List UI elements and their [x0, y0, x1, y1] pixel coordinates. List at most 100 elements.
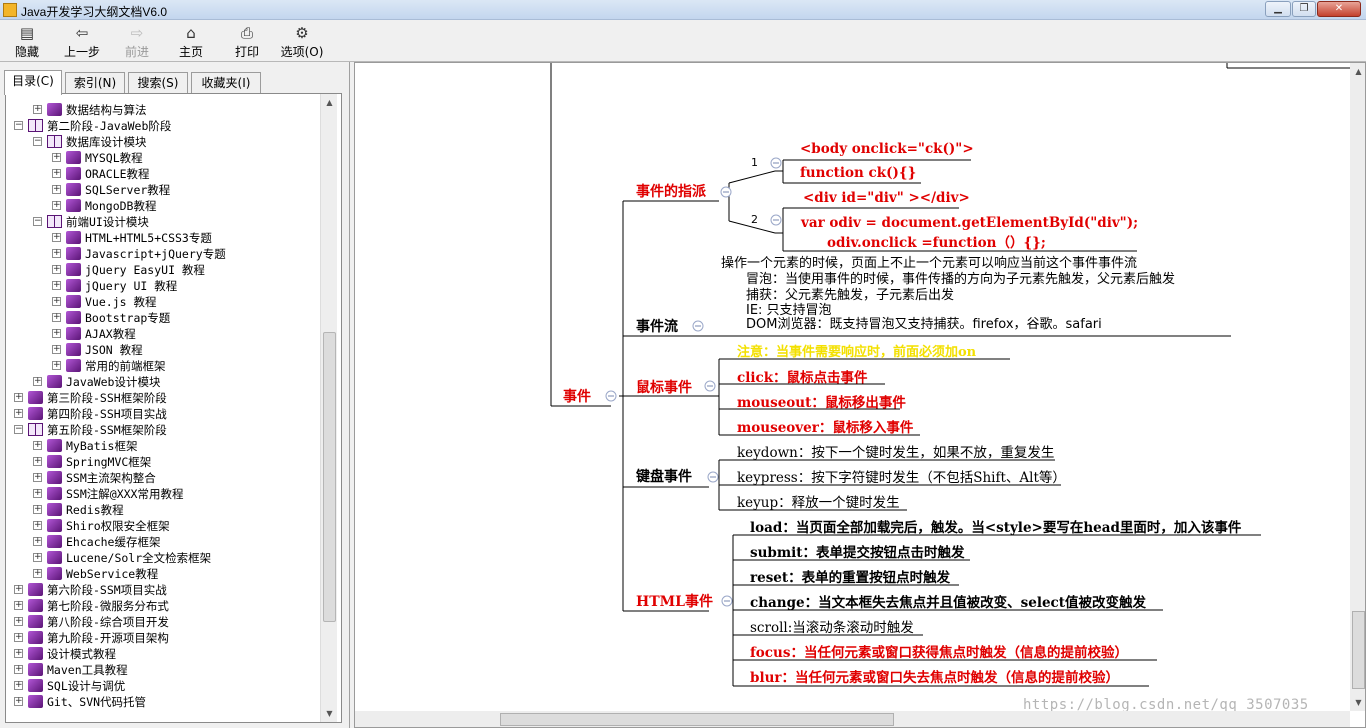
expand-icon[interactable]: +	[52, 281, 61, 290]
expand-icon[interactable]: +	[52, 153, 61, 162]
expand-icon[interactable]: +	[52, 169, 61, 178]
node-event-dispatch[interactable]: 事件的指派	[636, 181, 706, 201]
tree-item[interactable]: + MongoDB教程	[6, 198, 320, 214]
tree-item[interactable]: + Bootstrap专题	[6, 310, 320, 326]
expand-icon[interactable]: +	[33, 505, 42, 514]
keyboard-keyup[interactable]: keyup：释放一个键时发生	[737, 491, 900, 511]
node-mouse-events[interactable]: 鼠标事件	[636, 377, 692, 397]
tree-item[interactable]: − 前端UI设计模块	[6, 214, 320, 230]
collapse-icon[interactable]: −	[14, 425, 23, 434]
tab-contents[interactable]: 目录(C)	[4, 70, 62, 95]
tree-item[interactable]: + JavaWeb设计模块	[6, 374, 320, 390]
html-submit[interactable]: submit：表单提交按钮点击时触发	[750, 541, 965, 561]
options-button[interactable]: ⚙ 选项(O)	[278, 22, 326, 60]
print-button[interactable]: ⎙ 打印	[228, 22, 266, 60]
node-event-flow[interactable]: 事件流	[636, 316, 678, 336]
tree-scrollbar[interactable]: ▲ ▼	[320, 94, 337, 722]
expand-icon[interactable]: +	[14, 633, 23, 642]
keyboard-keydown[interactable]: keydown：按下一个键时发生，如果不放，重复发生	[737, 441, 1054, 461]
tree-item[interactable]: + HTML+HTML5+CSS3专题	[6, 230, 320, 246]
tree-item[interactable]: + ORACLE教程	[6, 166, 320, 182]
tree-item[interactable]: + 数据结构与算法	[6, 102, 320, 118]
content-horizontal-scrollbar[interactable]	[355, 711, 1350, 727]
root-node-event[interactable]: 事件	[563, 386, 591, 406]
tree-item[interactable]: − 第五阶段-SSM框架阶段	[6, 422, 320, 438]
expand-icon[interactable]: +	[33, 569, 42, 578]
expand-icon[interactable]: +	[14, 649, 23, 658]
expand-icon[interactable]: +	[33, 537, 42, 546]
expand-icon[interactable]: +	[52, 313, 61, 322]
expand-icon[interactable]: +	[14, 393, 23, 402]
tree-item[interactable]: + SSM主流架构整合	[6, 470, 320, 486]
dispatch-function-ck[interactable]: function ck(){}	[800, 165, 916, 181]
expand-icon[interactable]: +	[14, 697, 23, 706]
tree-item[interactable]: + Shiro权限安全框架	[6, 518, 320, 534]
mouse-mouseout[interactable]: mouseout：鼠标移出事件	[737, 391, 906, 411]
keyboard-keypress[interactable]: keypress：按下字符键时发生（不包括Shift、Alt等）	[737, 466, 1066, 486]
expand-icon[interactable]: +	[52, 329, 61, 338]
tree-item[interactable]: + Ehcache缓存框架	[6, 534, 320, 550]
content-scroll-down-icon[interactable]: ▼	[1350, 694, 1365, 711]
tree-item[interactable]: + 常用的前端框架	[6, 358, 320, 374]
node-keyboard-events[interactable]: 键盘事件	[636, 466, 692, 486]
tree-item[interactable]: + 设计模式教程	[6, 646, 320, 662]
tree-item[interactable]: + WebService教程	[6, 566, 320, 582]
collapse-icon[interactable]: −	[14, 121, 23, 130]
tree-item[interactable]: + Lucene/Solr全文检索框架	[6, 550, 320, 566]
content-vscroll-thumb[interactable]	[1352, 611, 1365, 689]
home-button[interactable]: ⌂ 主页	[172, 22, 210, 60]
close-button[interactable]: ✕	[1317, 1, 1361, 17]
expand-icon[interactable]: +	[33, 105, 42, 114]
expand-icon[interactable]: +	[14, 409, 23, 418]
expand-icon[interactable]: +	[33, 377, 42, 386]
collapse-icon[interactable]: −	[33, 137, 42, 146]
content-hscroll-thumb[interactable]	[500, 713, 894, 726]
expand-icon[interactable]: +	[33, 553, 42, 562]
dispatch-div-id[interactable]: <div id="div" ></div>	[803, 190, 970, 206]
tree-item[interactable]: + 第六阶段-SSM项目实战	[6, 582, 320, 598]
expand-icon[interactable]: +	[52, 361, 61, 370]
tree-item[interactable]: + SQL设计与调优	[6, 678, 320, 694]
node-html-events[interactable]: HTML事件	[636, 591, 713, 611]
dispatch-body-onclick[interactable]: <body onclick="ck()">	[800, 141, 974, 157]
tab-search[interactable]: 搜索(S)	[128, 72, 188, 94]
tree-item[interactable]: + Git、SVN代码托管	[6, 694, 320, 710]
expand-icon[interactable]: +	[52, 201, 61, 210]
expand-icon[interactable]: +	[33, 441, 42, 450]
expand-icon[interactable]: +	[33, 521, 42, 530]
tree-item[interactable]: + Maven工具教程	[6, 662, 320, 678]
html-scroll[interactable]: scroll:当滚动条滚动时触发	[750, 616, 914, 636]
tree-item[interactable]: + Redis教程	[6, 502, 320, 518]
expand-icon[interactable]: +	[52, 185, 61, 194]
tree-item[interactable]: + SSM注解@XXX常用教程	[6, 486, 320, 502]
tree-item[interactable]: + AJAX教程	[6, 326, 320, 342]
expand-icon[interactable]: +	[52, 249, 61, 258]
tree-item[interactable]: + 第三阶段-SSH框架阶段	[6, 390, 320, 406]
expand-icon[interactable]: +	[33, 473, 42, 482]
expand-icon[interactable]: +	[14, 601, 23, 610]
scroll-down-icon[interactable]: ▼	[321, 705, 338, 722]
content-vertical-scrollbar[interactable]: ▲ ▼	[1350, 63, 1365, 711]
mouse-mouseover[interactable]: mouseover：鼠标移入事件	[737, 416, 913, 436]
dispatch-code-line2[interactable]: odiv.onclick =function（）{};	[827, 231, 1046, 251]
expand-icon[interactable]: +	[52, 345, 61, 354]
mouse-click[interactable]: click：鼠标点击事件	[737, 366, 868, 386]
expand-icon[interactable]: +	[14, 585, 23, 594]
scroll-up-icon[interactable]: ▲	[321, 94, 338, 111]
expand-icon[interactable]: +	[33, 457, 42, 466]
tree-item[interactable]: + Vue.js 教程	[6, 294, 320, 310]
expand-icon[interactable]: +	[33, 489, 42, 498]
content-scroll-up-icon[interactable]: ▲	[1350, 63, 1365, 80]
html-focus[interactable]: focus：当任何元素或窗口获得焦点时触发（信息的提前校验）	[750, 641, 1128, 661]
tree-item[interactable]: + jQuery EasyUI 教程	[6, 262, 320, 278]
minimize-button[interactable]: ▁	[1265, 1, 1291, 17]
expand-icon[interactable]: +	[52, 265, 61, 274]
tree-item[interactable]: + Javascript+jQuery专题	[6, 246, 320, 262]
tree-item[interactable]: + jQuery UI 教程	[6, 278, 320, 294]
expand-icon[interactable]: +	[52, 233, 61, 242]
back-button[interactable]: ⇦ 上一步	[60, 22, 104, 60]
dispatch-code-line1[interactable]: var odiv = document.getElementById("div"…	[801, 215, 1138, 231]
html-change[interactable]: change：当文本框失去焦点并且值被改变、select值被改变触发	[750, 591, 1146, 611]
expand-icon[interactable]: +	[52, 297, 61, 306]
maximize-button[interactable]: ❐	[1292, 1, 1316, 17]
